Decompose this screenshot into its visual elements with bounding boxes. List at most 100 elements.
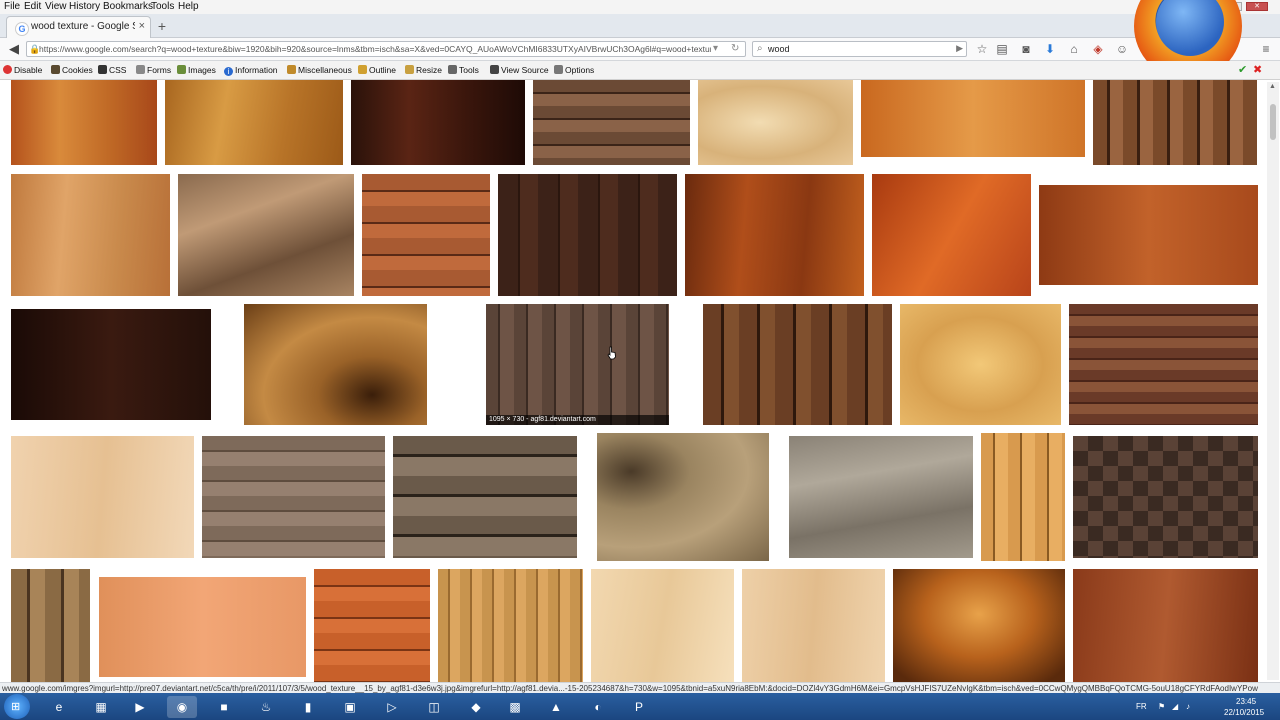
- menu-bookmarks[interactable]: Bookmarks: [103, 0, 153, 13]
- dropdown-arrow-icon[interactable]: ▾: [713, 43, 718, 54]
- close-window-button[interactable]: ✕: [1246, 2, 1268, 11]
- tray-flag-icon[interactable]: ⚑: [1158, 702, 1165, 711]
- app-taskbar-icon[interactable]: ◐: [583, 696, 613, 718]
- image-result[interactable]: [789, 436, 973, 558]
- extension-icon[interactable]: ◈: [1090, 41, 1106, 57]
- app-taskbar-icon[interactable]: ◫: [419, 696, 449, 718]
- dev-disable[interactable]: Disable: [3, 65, 42, 76]
- dev-cookies[interactable]: Cookies: [51, 65, 93, 76]
- image-result[interactable]: [99, 577, 306, 677]
- app-taskbar-icon[interactable]: ◆: [461, 696, 491, 718]
- app-taskbar-icon[interactable]: ▷: [377, 696, 407, 718]
- image-result[interactable]: [742, 569, 885, 682]
- tab-close-icon[interactable]: ×: [139, 20, 145, 32]
- tray-volume-icon[interactable]: ♪: [1186, 702, 1190, 711]
- image-result[interactable]: [1093, 80, 1257, 165]
- clock-date[interactable]: 22/10/2015: [1224, 708, 1264, 717]
- page-scrollbar[interactable]: ▲: [1267, 82, 1279, 680]
- image-result[interactable]: [1069, 304, 1258, 425]
- bookmark-star-icon[interactable]: ☆: [974, 41, 990, 57]
- tray-network-icon[interactable]: ◢: [1172, 702, 1178, 711]
- menu-view[interactable]: View: [45, 0, 67, 13]
- app-taskbar-icon[interactable]: ▮: [293, 696, 323, 718]
- dev-forms[interactable]: Forms: [136, 65, 171, 76]
- image-result[interactable]: [11, 309, 211, 420]
- dev-resize[interactable]: Resize: [405, 65, 442, 76]
- image-result[interactable]: [498, 174, 677, 296]
- firefox-taskbar-icon[interactable]: ◉: [167, 696, 197, 718]
- image-result[interactable]: [981, 433, 1065, 561]
- dev-view-source[interactable]: View Source: [490, 65, 549, 76]
- image-result[interactable]: [1073, 436, 1258, 558]
- image-result[interactable]: [11, 174, 170, 296]
- photoshop-taskbar-icon[interactable]: P: [624, 696, 654, 718]
- image-result[interactable]: [11, 80, 157, 165]
- image-result[interactable]: [685, 174, 864, 296]
- dev-css[interactable]: CSS: [98, 65, 126, 76]
- image-result[interactable]: [178, 174, 354, 296]
- image-result-hovered[interactable]: 1095 × 730 - agf81.deviantart.com: [486, 304, 669, 425]
- image-result[interactable]: [591, 569, 734, 682]
- dev-misc-label: Miscellaneous: [298, 65, 352, 75]
- image-result[interactable]: [872, 174, 1031, 296]
- image-result[interactable]: [597, 433, 769, 561]
- language-indicator[interactable]: FR: [1136, 702, 1147, 711]
- image-result[interactable]: [202, 436, 385, 558]
- image-result[interactable]: [698, 80, 853, 165]
- app-taskbar-icon[interactable]: ▩: [500, 696, 530, 718]
- dev-images[interactable]: Images: [177, 65, 216, 76]
- image-result[interactable]: [165, 80, 343, 165]
- dev-options[interactable]: Options: [554, 65, 594, 76]
- image-result[interactable]: [351, 80, 525, 165]
- image-result[interactable]: [393, 436, 577, 558]
- image-result[interactable]: [861, 80, 1085, 157]
- reading-list-icon[interactable]: ▤: [994, 41, 1010, 57]
- clock-time[interactable]: 23:45: [1236, 697, 1256, 706]
- image-result[interactable]: [893, 569, 1065, 682]
- dev-tools[interactable]: Tools: [448, 65, 479, 76]
- image-result[interactable]: [703, 304, 892, 425]
- image-result[interactable]: [1039, 185, 1258, 285]
- menu-history[interactable]: History: [69, 0, 100, 13]
- hamburger-menu-icon[interactable]: ≡: [1258, 41, 1274, 57]
- menu-edit[interactable]: Edit: [24, 0, 41, 13]
- image-result[interactable]: [1073, 569, 1258, 682]
- image-result[interactable]: [11, 569, 90, 682]
- pocket-icon[interactable]: ◙: [1018, 41, 1034, 57]
- scrollbar-thumb[interactable]: [1270, 104, 1276, 140]
- url-text[interactable]: https://www.google.com/search?q=wood+tex…: [39, 44, 711, 55]
- search-go-icon[interactable]: ▶: [956, 43, 963, 54]
- windows-start-button[interactable]: ⊞: [4, 694, 30, 719]
- vlc-taskbar-icon[interactable]: ▲: [541, 696, 571, 718]
- downloads-icon[interactable]: ⬇: [1042, 41, 1058, 57]
- ie-taskbar-icon[interactable]: e: [44, 696, 74, 718]
- tab-google-search[interactable]: G wood texture - Google Sear... ×: [6, 16, 151, 38]
- image-result[interactable]: [362, 174, 490, 296]
- image-result[interactable]: [11, 436, 194, 558]
- chat-icon[interactable]: ☺: [1114, 41, 1130, 57]
- home-icon[interactable]: ⌂: [1066, 41, 1082, 57]
- media-player-taskbar-icon[interactable]: ▶: [125, 696, 155, 718]
- url-bar[interactable]: 🔒 https://www.google.com/search?q=wood+t…: [26, 41, 746, 57]
- new-tab-button[interactable]: +: [155, 17, 169, 35]
- image-result[interactable]: [438, 569, 583, 682]
- image-result[interactable]: [900, 304, 1061, 425]
- image-result[interactable]: [533, 80, 690, 165]
- dev-miscellaneous[interactable]: Miscellaneous: [287, 65, 352, 76]
- popcorn-taskbar-icon[interactable]: ♨: [251, 696, 281, 718]
- back-arrow-icon[interactable]: ◀: [4, 40, 24, 58]
- app-taskbar-icon[interactable]: ▣: [335, 696, 365, 718]
- image-result[interactable]: [314, 569, 430, 682]
- menu-tools[interactable]: Tools: [151, 0, 174, 13]
- explorer-taskbar-icon[interactable]: ▦: [86, 696, 116, 718]
- search-input[interactable]: [768, 43, 948, 55]
- reload-icon[interactable]: ↻: [731, 43, 739, 54]
- dev-information[interactable]: i Information: [224, 65, 278, 76]
- app-taskbar-icon[interactable]: ■: [209, 696, 239, 718]
- dev-outline[interactable]: Outline: [358, 65, 396, 76]
- search-bar[interactable]: ⌕ ▶: [752, 41, 967, 57]
- menu-file[interactable]: File: [4, 0, 20, 13]
- image-result[interactable]: [244, 304, 427, 425]
- scroll-up-icon[interactable]: ▲: [1269, 83, 1276, 90]
- menu-help[interactable]: Help: [178, 0, 199, 13]
